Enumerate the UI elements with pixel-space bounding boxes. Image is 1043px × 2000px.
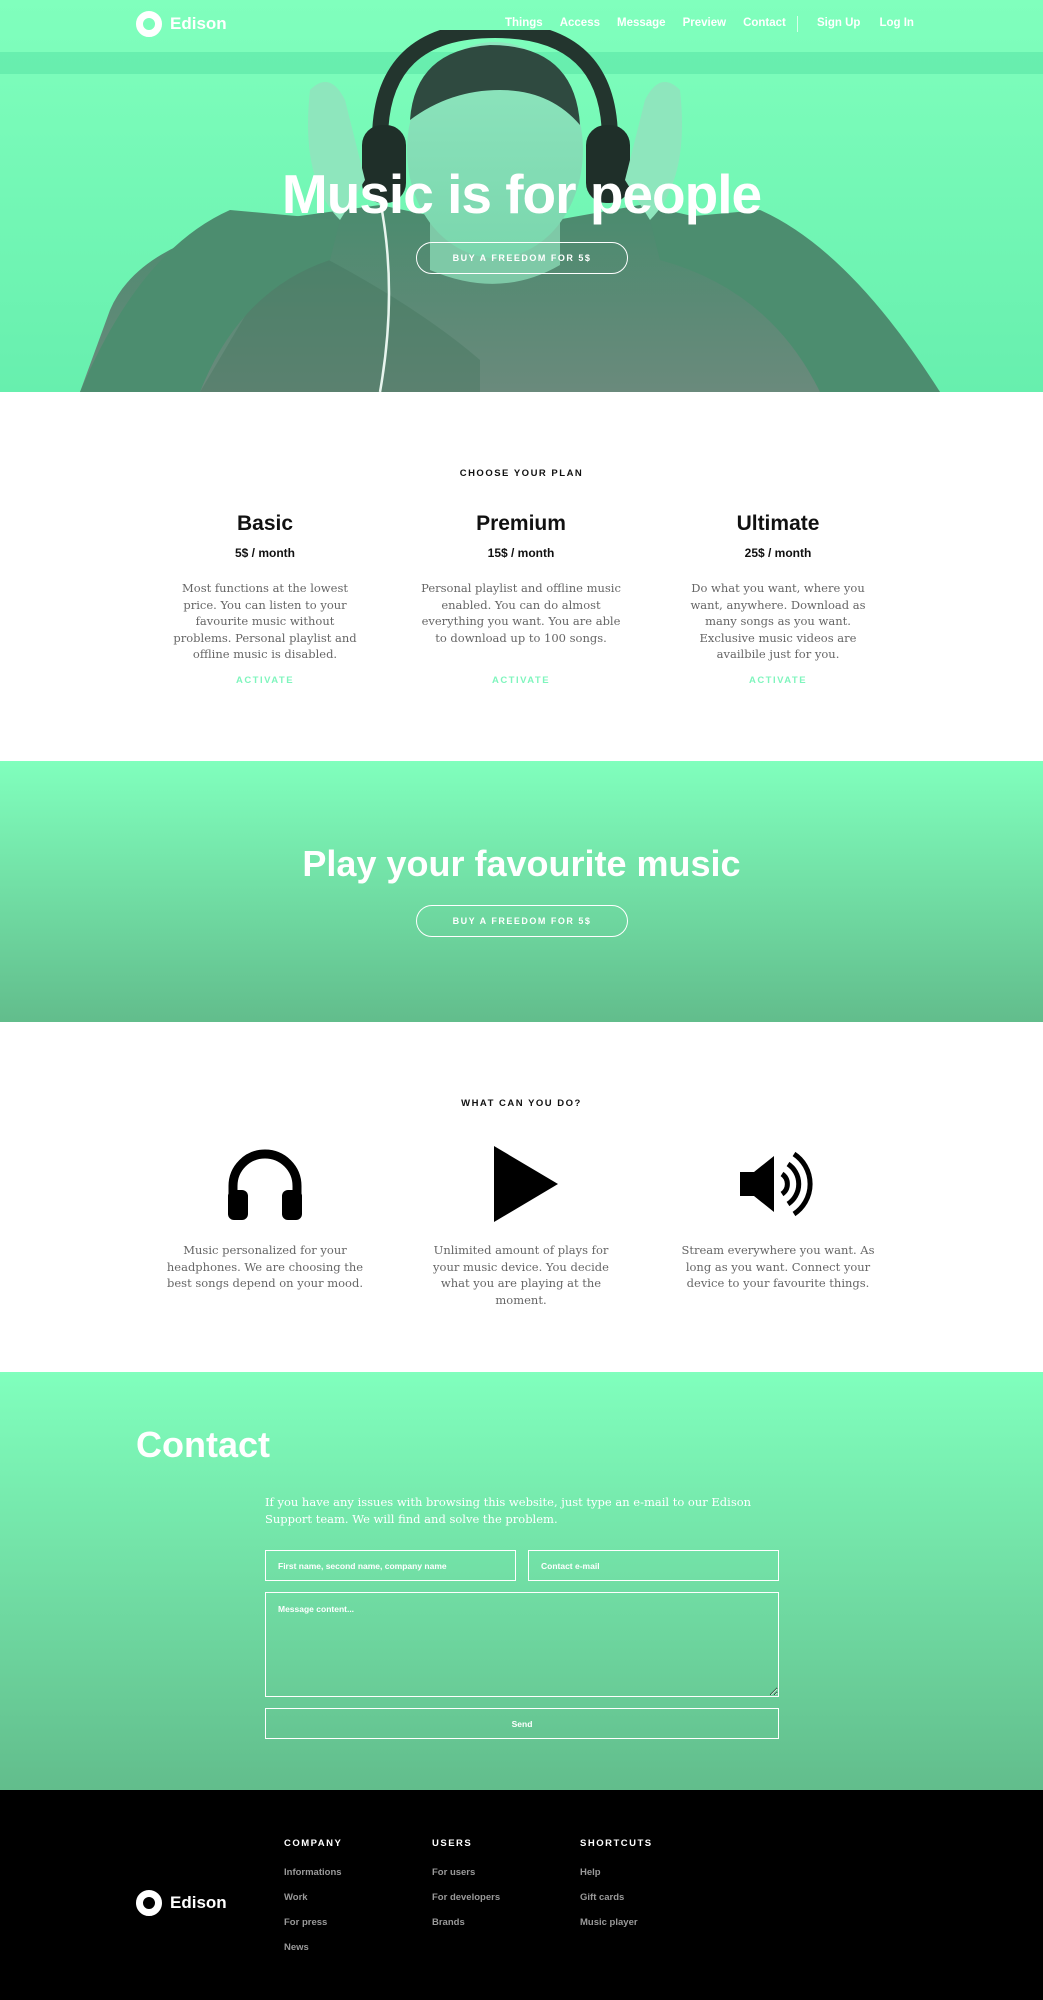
brand-name: Edison [170,14,227,33]
logo-ring-icon [136,11,162,37]
band-buy-button[interactable]: BUY A FREEDOM FOR 5$ [416,905,628,937]
plan-price: 5$ / month [234,546,295,560]
contact-section: Contact If you have any issues with brow… [0,1372,1043,1790]
nav-divider [797,16,798,32]
plans-section-label: CHOOSE YOUR PLAN [459,468,584,479]
play-icon [494,1146,558,1222]
top-navbar: Edison Things Access Message Preview Con… [0,0,1043,48]
footer-link[interactable]: Informations [284,1867,342,1878]
signup-link[interactable]: Sign Up [817,17,860,29]
footer-column-title: COMPANY [284,1838,343,1849]
plan-description: Personal playlist and offline music enab… [421,581,621,645]
logo-ring-icon [136,1890,162,1916]
contact-intro: If you have any issues with browsing thi… [265,1495,752,1526]
plan-ultimate: Ultimate 25$ / month Do what you want, w… [668,512,888,686]
plan-activate-link[interactable]: ACTIVATE [155,675,375,686]
plan-activate-link[interactable]: ACTIVATE [668,675,888,686]
footer-link[interactable]: News [284,1942,342,1953]
plan-description: Do what you want, where you want, anywhe… [690,581,866,661]
footer-column-shortcuts: SHORTCUTS Help Gift cards Music player [580,1838,653,1942]
feature-description: Stream everywhere you want. As long as y… [681,1243,875,1290]
features-section-label: WHAT CAN YOU DO? [461,1098,582,1109]
footer-brand-name: Edison [170,1893,227,1912]
nav-item-things[interactable]: Things [505,17,543,29]
contact-title: Contact [136,1424,270,1465]
feature-description: Unlimited amount of plays for your music… [433,1243,609,1307]
band-title: Play your favourite music [302,843,741,884]
main-nav: Things Access Message Preview Contact [505,17,803,29]
nav-item-contact[interactable]: Contact [743,17,786,29]
footer-column-users: USERS For users For developers Brands [432,1838,500,1942]
footer-link[interactable]: Gift cards [580,1892,653,1903]
speaker-icon [740,1151,813,1217]
plan-basic: Basic 5$ / month Most functions at the l… [155,512,375,686]
hero-title: Music is for people [281,163,762,225]
footer-link[interactable]: For press [284,1917,342,1928]
plan-description: Most functions at the lowest price. You … [173,581,357,661]
footer-link[interactable]: For users [432,1867,500,1878]
footer-link[interactable]: Work [284,1892,342,1903]
contact-name-input[interactable] [265,1550,516,1581]
footer-brand-logo[interactable]: Edison [136,1890,227,1916]
feature-headphones: Music personalized for your headphones. … [155,1146,375,1292]
brand-logo[interactable]: Edison [136,10,227,38]
plan-name: Ultimate [736,512,820,535]
hero-buy-button[interactable]: BUY A FREEDOM FOR 5$ [416,242,628,274]
plan-premium: Premium 15$ / month Personal playlist an… [411,512,631,686]
contact-message-textarea[interactable] [265,1592,779,1697]
headphones-icon [228,1149,302,1220]
feature-speaker: Stream everywhere you want. As long as y… [668,1146,888,1292]
plan-activate-link[interactable]: ACTIVATE [411,675,631,686]
plan-name: Basic [236,512,294,535]
hero-section: Edison Things Access Message Preview Con… [0,0,1043,392]
nav-item-message[interactable]: Message [617,17,666,29]
footer-column-title: SHORTCUTS [580,1838,653,1849]
play-music-band: Play your favourite music BUY A FREEDOM … [0,761,1043,1022]
plan-price: 15$ / month [487,546,555,560]
site-footer: Edison COMPANY Informations Work For pre… [0,1790,1043,2000]
footer-column-company: COMPANY Informations Work For press News [284,1838,342,1967]
footer-link[interactable]: For developers [432,1892,500,1903]
auth-links: Sign Up Log In [817,17,933,29]
contact-send-button[interactable]: Send [265,1708,779,1739]
footer-link[interactable]: Brands [432,1917,500,1928]
footer-link[interactable]: Music player [580,1917,653,1928]
feature-description: Music personalized for your headphones. … [166,1243,364,1290]
plan-price: 25$ / month [744,546,812,560]
feature-play: Unlimited amount of plays for your music… [411,1146,631,1308]
plan-name: Premium [476,512,566,535]
nav-item-preview[interactable]: Preview [683,17,726,29]
login-link[interactable]: Log In [879,17,914,29]
footer-column-title: USERS [432,1838,473,1849]
footer-link[interactable]: Help [580,1867,653,1878]
nav-item-access[interactable]: Access [560,17,600,29]
contact-email-input[interactable] [528,1550,779,1581]
